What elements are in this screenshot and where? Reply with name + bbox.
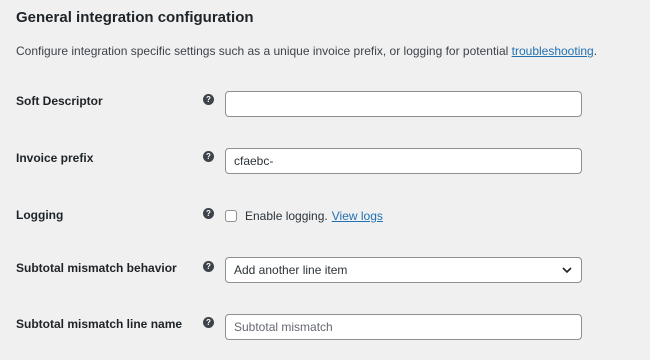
enable-logging-label: Enable logging. [245,209,328,223]
view-logs-link[interactable]: View logs [332,208,383,224]
logging-help-icon[interactable]: ? [203,208,214,219]
section-title: General integration configuration [16,9,254,26]
logging-label: Logging [16,208,64,222]
subtotal-line-name-input[interactable] [225,314,582,340]
invoice-prefix-input[interactable] [225,148,582,174]
soft-descriptor-help-icon[interactable]: ? [203,94,214,105]
subtotal-behavior-help-icon[interactable]: ? [203,261,214,272]
section-description: Configure integration specific settings … [16,43,597,59]
soft-descriptor-input[interactable] [225,91,582,117]
invoice-prefix-help-icon[interactable]: ? [203,151,214,162]
soft-descriptor-label: Soft Descriptor [16,94,103,108]
troubleshooting-link[interactable]: troubleshooting [512,44,594,58]
subtotal-line-name-label: Subtotal mismatch line name [16,317,183,331]
chevron-down-icon [562,267,572,274]
subtotal-behavior-label: Subtotal mismatch behavior [16,261,177,275]
logging-checkrow: Enable logging. View logs [225,208,383,224]
subtotal-behavior-selected: Add another line item [234,263,348,277]
subtotal-behavior-select[interactable]: Add another line item [225,257,582,283]
invoice-prefix-label: Invoice prefix [16,151,94,165]
subtotal-line-name-help-icon[interactable]: ? [203,317,214,328]
description-text: Configure integration specific settings … [16,44,509,58]
description-suffix: . [593,44,598,58]
enable-logging-checkbox[interactable] [225,210,237,222]
